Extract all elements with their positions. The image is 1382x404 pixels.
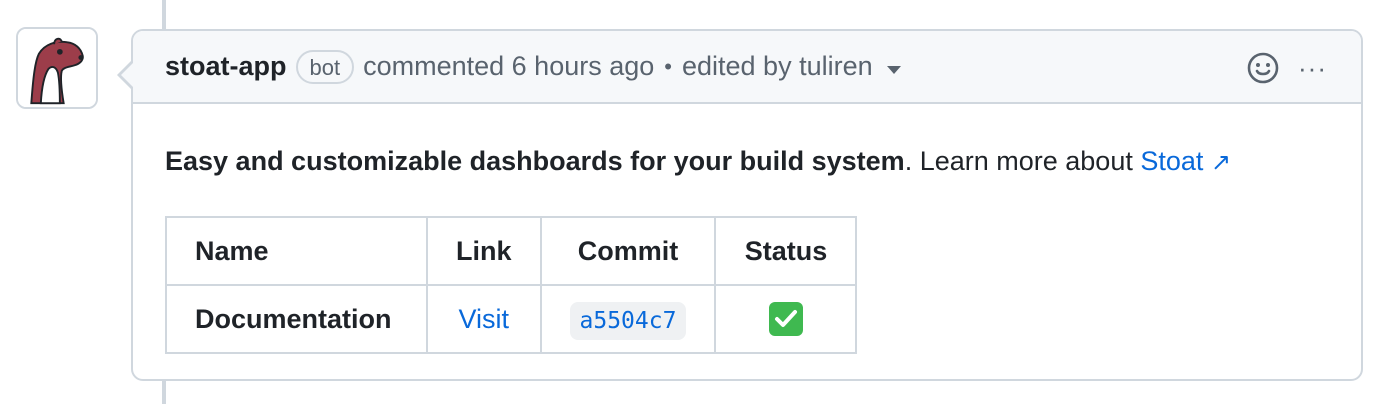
column-header-commit: Commit (539, 216, 717, 286)
intro-text: . Learn more about (904, 146, 1141, 176)
table-header-row: Name Link Commit Status (165, 216, 858, 286)
stoat-link[interactable]: Stoat ↗ (1140, 146, 1231, 176)
stoat-logo-icon (18, 29, 96, 107)
comment-header: stoat-app bot commented 6 hours ago • ed… (133, 31, 1361, 104)
add-reaction-icon[interactable] (1246, 51, 1280, 85)
row-commit-cell: a5504c7 (539, 284, 717, 354)
comment-actions: ··· (1246, 51, 1327, 85)
separator-dot: • (664, 53, 672, 79)
comment-body: Easy and customizable dashboards for you… (133, 104, 1361, 354)
author-link[interactable]: stoat-app (165, 51, 287, 82)
visit-link[interactable]: Visit (458, 304, 509, 334)
comment-card: stoat-app bot commented 6 hours ago • ed… (117, 29, 1363, 381)
table-row: Documentation Visit a5504c7 (165, 284, 858, 354)
status-table: Name Link Commit Status Documentation Vi… (165, 216, 858, 354)
edited-by-text[interactable]: edited by tuliren (682, 51, 873, 82)
column-header-name: Name (165, 216, 428, 286)
external-link-arrow-icon: ↗ (1210, 149, 1232, 176)
more-options-button[interactable]: ··· (1298, 55, 1327, 81)
bot-badge: bot (295, 49, 355, 84)
comment-timestamp[interactable]: commented 6 hours ago (363, 51, 654, 82)
intro-paragraph: Easy and customizable dashboards for you… (165, 142, 1361, 182)
row-status-cell (714, 284, 858, 354)
column-header-status: Status (714, 216, 858, 286)
column-header-link: Link (426, 216, 542, 286)
row-link-cell: Visit (426, 284, 542, 354)
avatar[interactable] (16, 27, 98, 109)
intro-bold-text: Easy and customizable dashboards for you… (165, 146, 905, 176)
edit-history-dropdown-icon[interactable] (886, 65, 901, 74)
row-name-cell: Documentation (165, 284, 428, 354)
check-mark-icon (768, 302, 803, 336)
commit-hash-link[interactable]: a5504c7 (569, 301, 687, 340)
